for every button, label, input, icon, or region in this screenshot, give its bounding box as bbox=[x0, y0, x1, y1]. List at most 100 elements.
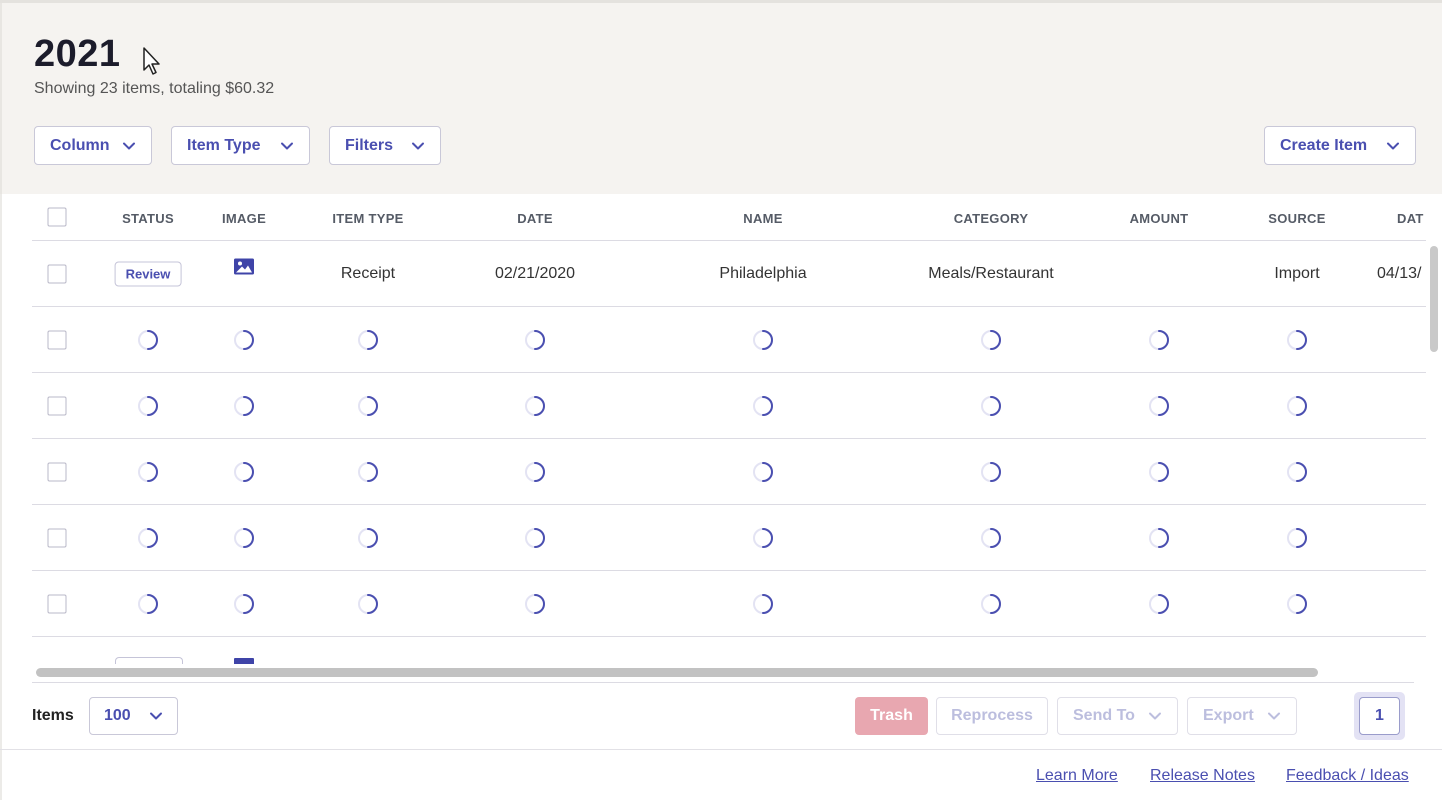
image-icon[interactable] bbox=[234, 658, 254, 664]
spinner-icon bbox=[981, 461, 1001, 482]
item-type-dropdown-label: Item Type bbox=[187, 136, 261, 154]
column-dropdown[interactable]: Column bbox=[34, 126, 152, 165]
table-row-loading[interactable] bbox=[32, 373, 1426, 439]
name-cell: Philadelphia bbox=[719, 264, 807, 282]
trash-button[interactable]: Trash bbox=[855, 697, 928, 735]
filters-dropdown-label: Filters bbox=[345, 136, 394, 154]
send-to-dropdown[interactable]: Send To bbox=[1057, 697, 1178, 735]
item-type-cell: Receipt bbox=[340, 264, 396, 282]
row-checkbox[interactable] bbox=[47, 594, 67, 613]
spinner-icon bbox=[1149, 527, 1169, 548]
spinner-icon bbox=[138, 461, 158, 482]
items-per-page-value: 100 bbox=[104, 707, 131, 724]
items-table: STATUS IMAGE ITEM TYPE DATE NAME CATEGOR… bbox=[32, 194, 1426, 664]
source-cell: Import bbox=[1274, 264, 1320, 282]
column-header-name[interactable]: NAME bbox=[743, 211, 782, 226]
divider bbox=[32, 682, 1414, 683]
table-row-loading[interactable] bbox=[32, 307, 1426, 373]
create-item-dropdown[interactable]: Create Item bbox=[1264, 126, 1416, 165]
spinner-icon bbox=[138, 329, 158, 350]
item-type-dropdown[interactable]: Item Type bbox=[171, 126, 310, 165]
page-subtitle: Showing 23 items, totaling $60.32 bbox=[34, 80, 275, 97]
create-item-label: Create Item bbox=[1280, 136, 1368, 154]
spinner-icon bbox=[525, 593, 545, 614]
row-checkbox[interactable] bbox=[47, 528, 67, 547]
spinner-icon bbox=[753, 527, 773, 548]
learn-more-link[interactable]: Learn More bbox=[1036, 767, 1118, 785]
date-extra-cell: 04/13/ bbox=[1377, 264, 1422, 282]
feedback-link[interactable]: Feedback / Ideas bbox=[1286, 767, 1409, 785]
spinner-icon bbox=[234, 395, 254, 416]
release-notes-link[interactable]: Release Notes bbox=[1150, 767, 1255, 785]
chevron-down-icon bbox=[1386, 139, 1400, 153]
spinner-icon bbox=[1149, 593, 1169, 614]
export-dropdown[interactable]: Export bbox=[1187, 697, 1297, 735]
spinner-icon bbox=[138, 593, 158, 614]
spinner-icon bbox=[525, 395, 545, 416]
status-review-button[interactable]: Review bbox=[114, 261, 182, 286]
table-row-loading[interactable] bbox=[32, 571, 1426, 637]
spinner-icon bbox=[1287, 329, 1307, 350]
row-checkbox[interactable] bbox=[47, 330, 67, 349]
items-per-page-select[interactable]: 100 bbox=[89, 697, 178, 735]
spinner-icon bbox=[234, 527, 254, 548]
chevron-down-icon bbox=[1148, 709, 1162, 723]
column-header-image[interactable]: IMAGE bbox=[222, 211, 266, 226]
spinner-icon bbox=[234, 593, 254, 614]
category-cell: Meals/Restaurant bbox=[928, 264, 1054, 282]
table-row[interactable] bbox=[32, 637, 1426, 664]
row-checkbox[interactable] bbox=[47, 396, 67, 415]
spinner-icon bbox=[358, 527, 378, 548]
spinner-icon bbox=[234, 329, 254, 350]
image-icon[interactable] bbox=[234, 258, 254, 279]
table-row-loading[interactable] bbox=[32, 439, 1426, 505]
spinner-icon bbox=[753, 329, 773, 350]
page-header: 2021 Showing 23 items, totaling $60.32 C… bbox=[0, 3, 1442, 194]
horizontal-scrollbar[interactable] bbox=[36, 668, 1318, 677]
column-header-category[interactable]: CATEGORY bbox=[954, 211, 1029, 226]
footer-divider bbox=[0, 749, 1442, 750]
spinner-icon bbox=[1287, 461, 1307, 482]
page-title: 2021 bbox=[34, 33, 121, 75]
date-cell: 02/21/2020 bbox=[494, 264, 576, 282]
chevron-down-icon bbox=[411, 139, 425, 153]
chevron-down-icon bbox=[122, 139, 136, 153]
spinner-icon bbox=[753, 461, 773, 482]
reprocess-button-label: Reprocess bbox=[951, 707, 1033, 724]
column-header-item-type[interactable]: ITEM TYPE bbox=[332, 211, 403, 226]
column-header-status[interactable]: STATUS bbox=[122, 211, 174, 226]
row-checkbox[interactable] bbox=[47, 264, 67, 283]
spinner-icon bbox=[234, 461, 254, 482]
chevron-down-icon bbox=[280, 139, 294, 153]
vertical-scrollbar[interactable] bbox=[1430, 246, 1438, 352]
spinner-icon bbox=[753, 593, 773, 614]
trash-button-label: Trash bbox=[870, 707, 913, 724]
status-review-button-partial[interactable] bbox=[115, 657, 183, 664]
spinner-icon bbox=[358, 329, 378, 350]
items-per-page-label: Items bbox=[32, 707, 74, 724]
left-border bbox=[0, 194, 2, 800]
spinner-icon bbox=[1149, 395, 1169, 416]
column-header-source[interactable]: SOURCE bbox=[1268, 211, 1325, 226]
column-header-amount[interactable]: AMOUNT bbox=[1130, 211, 1189, 226]
spinner-icon bbox=[358, 593, 378, 614]
spinner-icon bbox=[1149, 461, 1169, 482]
row-checkbox[interactable] bbox=[47, 462, 67, 481]
column-dropdown-label: Column bbox=[50, 136, 110, 154]
spinner-icon bbox=[525, 461, 545, 482]
send-to-label: Send To bbox=[1073, 707, 1135, 724]
select-all-checkbox[interactable] bbox=[47, 207, 67, 227]
reprocess-button[interactable]: Reprocess bbox=[936, 697, 1048, 735]
column-header-date[interactable]: DATE bbox=[517, 211, 553, 226]
spinner-icon bbox=[525, 527, 545, 548]
table-row[interactable]: Review Receipt 02/21/2020 Philadelphia M… bbox=[32, 241, 1426, 307]
spinner-icon bbox=[1287, 527, 1307, 548]
table-row-loading[interactable] bbox=[32, 505, 1426, 571]
page-button[interactable]: 1 bbox=[1359, 697, 1400, 735]
column-header-date-2[interactable]: DAT bbox=[1397, 211, 1424, 226]
spinner-icon bbox=[753, 395, 773, 416]
spinner-icon bbox=[981, 329, 1001, 350]
spinner-icon bbox=[1287, 593, 1307, 614]
filters-dropdown[interactable]: Filters bbox=[329, 126, 441, 165]
chevron-down-icon bbox=[149, 709, 163, 723]
